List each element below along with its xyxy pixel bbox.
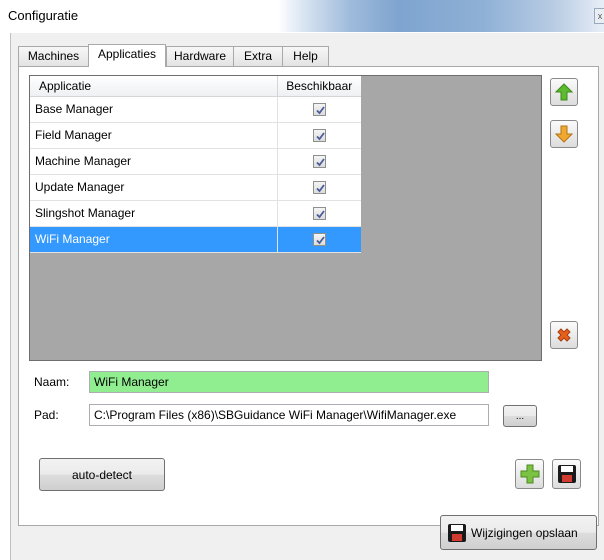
table-row[interactable]: Base Manager — [30, 96, 361, 123]
floppy-disk-icon — [557, 465, 576, 483]
table-row[interactable]: Update Manager — [30, 174, 361, 201]
tab-hardware[interactable]: Hardware — [166, 46, 234, 66]
available-checkbox[interactable] — [312, 129, 326, 143]
save-changes-label: Wijzigingen opslaan — [471, 525, 578, 540]
title-bar: Configuratie x — [0, 0, 604, 32]
arrow-down-icon — [555, 125, 573, 143]
browse-button[interactable]: ... — [503, 405, 537, 427]
column-header-applicatie[interactable]: Applicatie — [30, 76, 278, 97]
arrow-up-icon — [555, 83, 573, 101]
window-title: Configuratie — [8, 8, 79, 23]
delete-x-icon — [557, 328, 571, 342]
naam-field[interactable]: WiFi Manager — [89, 371, 489, 393]
table-row-selected[interactable]: WiFi Manager — [30, 226, 361, 253]
applicaties-panel: Applicatie Beschikbaar Base Manager Fiel… — [18, 66, 599, 526]
application-name: Update Manager — [30, 174, 278, 201]
floppy-disk-icon — [448, 523, 466, 542]
move-down-button[interactable] — [550, 120, 578, 148]
dialog-body: Machines Applicaties Hardware Extra Help… — [10, 33, 604, 560]
auto-detect-button[interactable]: auto-detect — [39, 458, 165, 491]
table-row[interactable]: Field Manager — [30, 122, 361, 149]
available-checkbox[interactable] — [312, 103, 326, 117]
move-up-button[interactable] — [550, 78, 578, 106]
application-name: Machine Manager — [30, 148, 278, 175]
naam-label: Naam: — [34, 375, 70, 389]
table-row[interactable]: Slingshot Manager — [30, 200, 361, 227]
pad-label: Pad: — [34, 408, 59, 422]
application-name: Slingshot Manager — [30, 200, 278, 227]
tab-applicaties[interactable]: Applicaties — [88, 44, 166, 67]
available-checkbox[interactable] — [312, 155, 326, 169]
save-changes-button[interactable]: Wijzigingen opslaan — [440, 515, 597, 550]
close-icon[interactable]: x — [594, 8, 604, 24]
available-checkbox[interactable] — [312, 181, 326, 195]
tab-machines[interactable]: Machines — [18, 46, 89, 66]
add-button[interactable] — [515, 459, 544, 489]
available-checkbox[interactable] — [312, 207, 326, 221]
tab-extra[interactable]: Extra — [233, 46, 283, 66]
table-row[interactable]: Machine Manager — [30, 148, 361, 175]
application-name: WiFi Manager — [30, 226, 278, 253]
applications-grid[interactable]: Applicatie Beschikbaar Base Manager Fiel… — [29, 75, 542, 361]
available-checkbox[interactable] — [312, 233, 326, 247]
application-name: Field Manager — [30, 122, 278, 149]
pad-field[interactable]: C:\Program Files (x86)\SBGuidance WiFi M… — [89, 404, 489, 426]
application-name: Base Manager — [30, 96, 278, 123]
plus-icon — [520, 464, 539, 484]
column-header-beschikbaar[interactable]: Beschikbaar — [277, 76, 361, 97]
delete-button[interactable] — [550, 321, 578, 349]
tab-help[interactable]: Help — [282, 46, 329, 66]
save-button[interactable] — [552, 459, 581, 489]
